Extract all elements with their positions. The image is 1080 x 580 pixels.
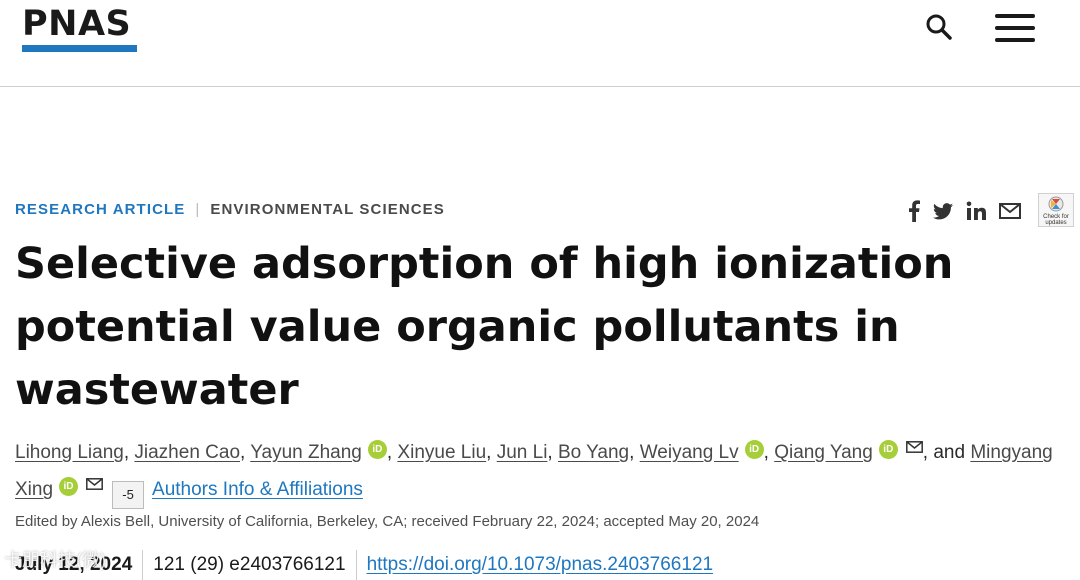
- article-kicker: RESEARCH ARTICLE | ENVIRONMENTAL SCIENCES: [15, 201, 445, 218]
- crossmark-icon: [1048, 196, 1064, 212]
- author-separator: ,: [486, 442, 497, 463]
- orcid-icon[interactable]: iD: [878, 440, 898, 459]
- author-link[interactable]: Bo Yang: [558, 442, 629, 463]
- authors-affiliations-link[interactable]: Authors Info & Affiliations: [152, 479, 363, 500]
- twitter-icon[interactable]: [933, 202, 953, 220]
- search-icon[interactable]: [924, 12, 954, 42]
- orcid-icon[interactable]: iD: [744, 440, 764, 459]
- email-icon[interactable]: [999, 203, 1021, 219]
- doi-link[interactable]: https://doi.org/10.1073/pnas.2403766121: [367, 554, 714, 576]
- author-separator: ,: [763, 442, 775, 463]
- author-separator: , and: [922, 442, 971, 463]
- article-title: Selective adsorption of high ionization …: [15, 239, 954, 415]
- logo-underline: [22, 45, 137, 52]
- author-link[interactable]: Jiazhen Cao: [134, 442, 240, 463]
- logo-text: PNAS: [22, 4, 132, 44]
- author-separator: ,: [240, 442, 251, 463]
- author-link[interactable]: Yayun Zhang: [250, 442, 362, 463]
- author-separator: ,: [386, 442, 398, 463]
- editorial-history: Edited by Alexis Bell, University of Cal…: [15, 513, 760, 530]
- share-toolbar: [908, 196, 1034, 226]
- pnas-logo[interactable]: PNAS: [22, 6, 137, 52]
- divider: [355, 550, 357, 580]
- author-list: Lihong Liang, Jiazhen Cao, Yayun Zhang iD…: [15, 432, 1075, 509]
- article-type-label[interactable]: RESEARCH ARTICLE: [15, 201, 185, 218]
- divider: [142, 550, 144, 580]
- author-link[interactable]: Lihong Liang: [15, 442, 124, 463]
- facebook-icon[interactable]: [908, 200, 920, 222]
- author-link[interactable]: Weiyang Lv: [640, 442, 739, 463]
- author-separator: ,: [547, 442, 558, 463]
- site-header: PNAS: [0, 0, 1080, 87]
- hamburger-menu-icon[interactable]: [995, 14, 1037, 44]
- mail-icon[interactable]: [86, 469, 103, 501]
- crossmark-label: Check for updates: [1043, 214, 1069, 226]
- collapse-authors-button[interactable]: -5: [112, 481, 145, 509]
- crossmark-button[interactable]: Check for updates: [1038, 193, 1074, 227]
- orcid-icon[interactable]: iD: [59, 477, 79, 496]
- orcid-icon[interactable]: iD: [367, 440, 387, 459]
- linkedin-icon[interactable]: [966, 201, 986, 221]
- author-link[interactable]: Xinyue Liu: [397, 442, 486, 463]
- citation: 121 (29) e2403766121: [153, 554, 346, 575]
- watermark: 卡朋科技(微): [4, 550, 106, 570]
- author-link[interactable]: Jun Li: [497, 442, 548, 463]
- subject-label[interactable]: ENVIRONMENTAL SCIENCES: [210, 201, 445, 218]
- mail-icon[interactable]: [905, 432, 923, 464]
- author-link[interactable]: Qiang Yang: [774, 442, 873, 463]
- author-separator: ,: [123, 442, 135, 463]
- author-separator: ,: [629, 442, 640, 463]
- publication-info: July 12, 2024 121 (29) e2403766121 https…: [15, 550, 713, 580]
- kicker-separator: |: [195, 201, 201, 218]
